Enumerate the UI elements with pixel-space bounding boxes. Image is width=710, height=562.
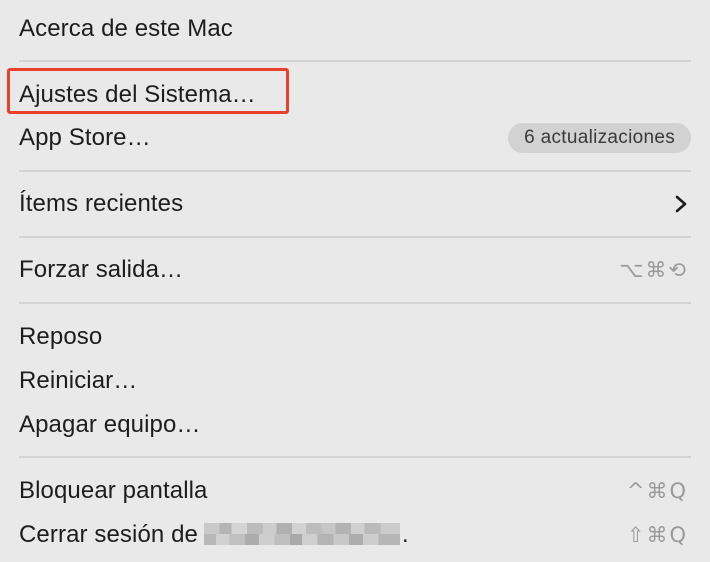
- menu-item-recent-items-label: Ítems recientes: [19, 190, 184, 217]
- menu-item-log-out[interactable]: Cerrar sesión de. ⇧⌘Q: [0, 515, 710, 555]
- lock-screen-shortcut: ^⌘Q: [626, 479, 688, 503]
- menu-item-sleep-label: Reposo: [19, 323, 103, 350]
- menu-item-about[interactable]: Acerca de este Mac: [0, 9, 710, 49]
- redacted-username: [204, 522, 401, 545]
- menu-item-shut-down[interactable]: Apagar equipo…: [0, 405, 710, 445]
- settings-highlight-box: [7, 68, 289, 114]
- menu-item-app-store[interactable]: App Store… 6 actualizaciones: [0, 118, 710, 158]
- menu-item-restart-label: Reiniciar…: [19, 367, 138, 394]
- menu-item-lock-screen[interactable]: Bloquear pantalla ^⌘Q: [0, 471, 710, 511]
- menu-item-force-quit[interactable]: Forzar salida… ⌥⌘⟲: [0, 250, 710, 290]
- apple-menu: Acerca de este Mac Ajustes del Sistema… …: [0, 0, 710, 562]
- menu-separator: [19, 60, 691, 62]
- log-out-prefix: Cerrar sesión de: [19, 521, 199, 548]
- log-out-suffix: .: [402, 521, 409, 548]
- log-out-shortcut: ⇧⌘Q: [626, 523, 688, 547]
- menu-item-about-label: Acerca de este Mac: [19, 15, 233, 42]
- menu-item-app-store-label: App Store…: [19, 124, 151, 151]
- menu-item-shut-down-label: Apagar equipo…: [19, 411, 201, 438]
- menu-item-force-quit-label: Forzar salida…: [19, 256, 184, 283]
- force-quit-shortcut: ⌥⌘⟲: [619, 258, 688, 282]
- menu-item-recent-items[interactable]: Ítems recientes: [0, 184, 710, 224]
- chevron-right-icon: [675, 195, 687, 213]
- menu-separator: [19, 456, 691, 458]
- menu-item-log-out-label: Cerrar sesión de.: [19, 521, 409, 549]
- menu-item-lock-screen-label: Bloquear pantalla: [19, 477, 208, 504]
- menu-item-sleep[interactable]: Reposo: [0, 317, 710, 357]
- menu-separator: [19, 302, 691, 304]
- updates-badge: 6 actualizaciones: [508, 123, 691, 153]
- menu-item-restart[interactable]: Reiniciar…: [0, 361, 710, 401]
- menu-separator: [19, 236, 691, 238]
- menu-separator: [19, 170, 691, 172]
